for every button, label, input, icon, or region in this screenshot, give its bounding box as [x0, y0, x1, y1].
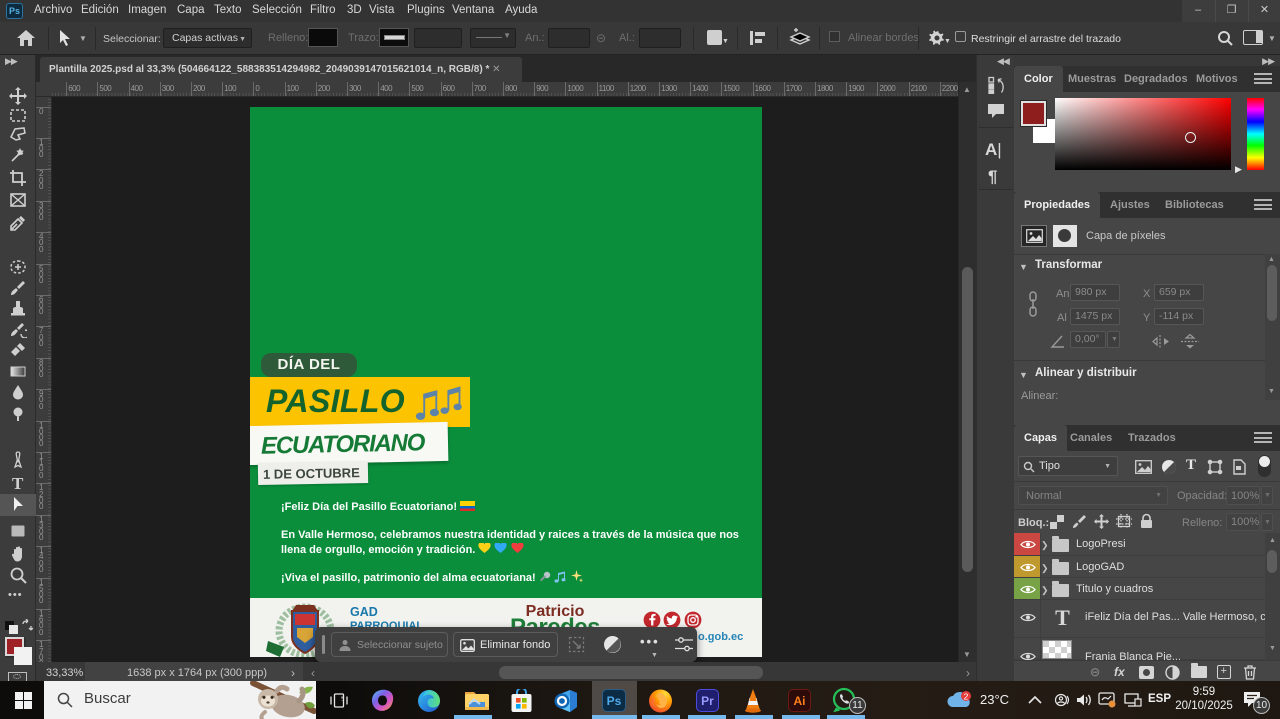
svg-text:T: T: [12, 474, 24, 492]
svg-text:2: 2: [964, 691, 969, 701]
